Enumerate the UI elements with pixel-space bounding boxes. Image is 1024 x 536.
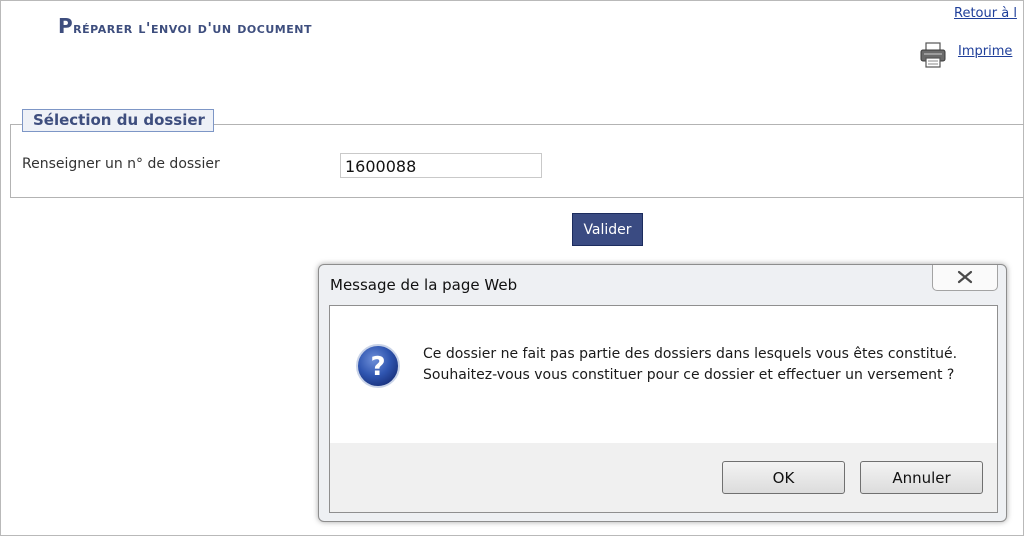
dialog-body: ? Ce dossier ne fait pas partie des doss… (329, 305, 998, 513)
question-icon: ? (356, 344, 400, 388)
dialog-title: Message de la page Web (330, 276, 518, 294)
page-title-rest: réparer l'envoi d'un document (73, 19, 312, 37)
close-icon[interactable] (956, 270, 974, 284)
print-link[interactable]: Imprime (958, 44, 1012, 59)
dossier-number-input[interactable] (340, 153, 542, 178)
message-dialog: Message de la page Web ? Ce dossier ne f… (318, 264, 1007, 522)
dossier-field-label: Renseigner un n° de dossier (22, 156, 220, 172)
ok-button[interactable]: OK (722, 461, 845, 494)
fieldset-legend: Sélection du dossier (22, 109, 214, 132)
back-link[interactable]: Retour à l (954, 6, 1017, 21)
svg-text:?: ? (370, 352, 385, 382)
page-title-initial: P (58, 14, 74, 38)
dialog-close-button[interactable] (932, 265, 998, 291)
dialog-footer: OK Annuler (330, 443, 997, 512)
page-title: Préparer l'envoi d'un document (58, 14, 312, 38)
printer-icon[interactable] (918, 40, 948, 70)
cancel-button[interactable]: Annuler (860, 461, 983, 494)
valider-button[interactable]: Valider (572, 213, 643, 246)
dialog-message: Ce dossier ne fait pas partie des dossie… (423, 346, 958, 383)
